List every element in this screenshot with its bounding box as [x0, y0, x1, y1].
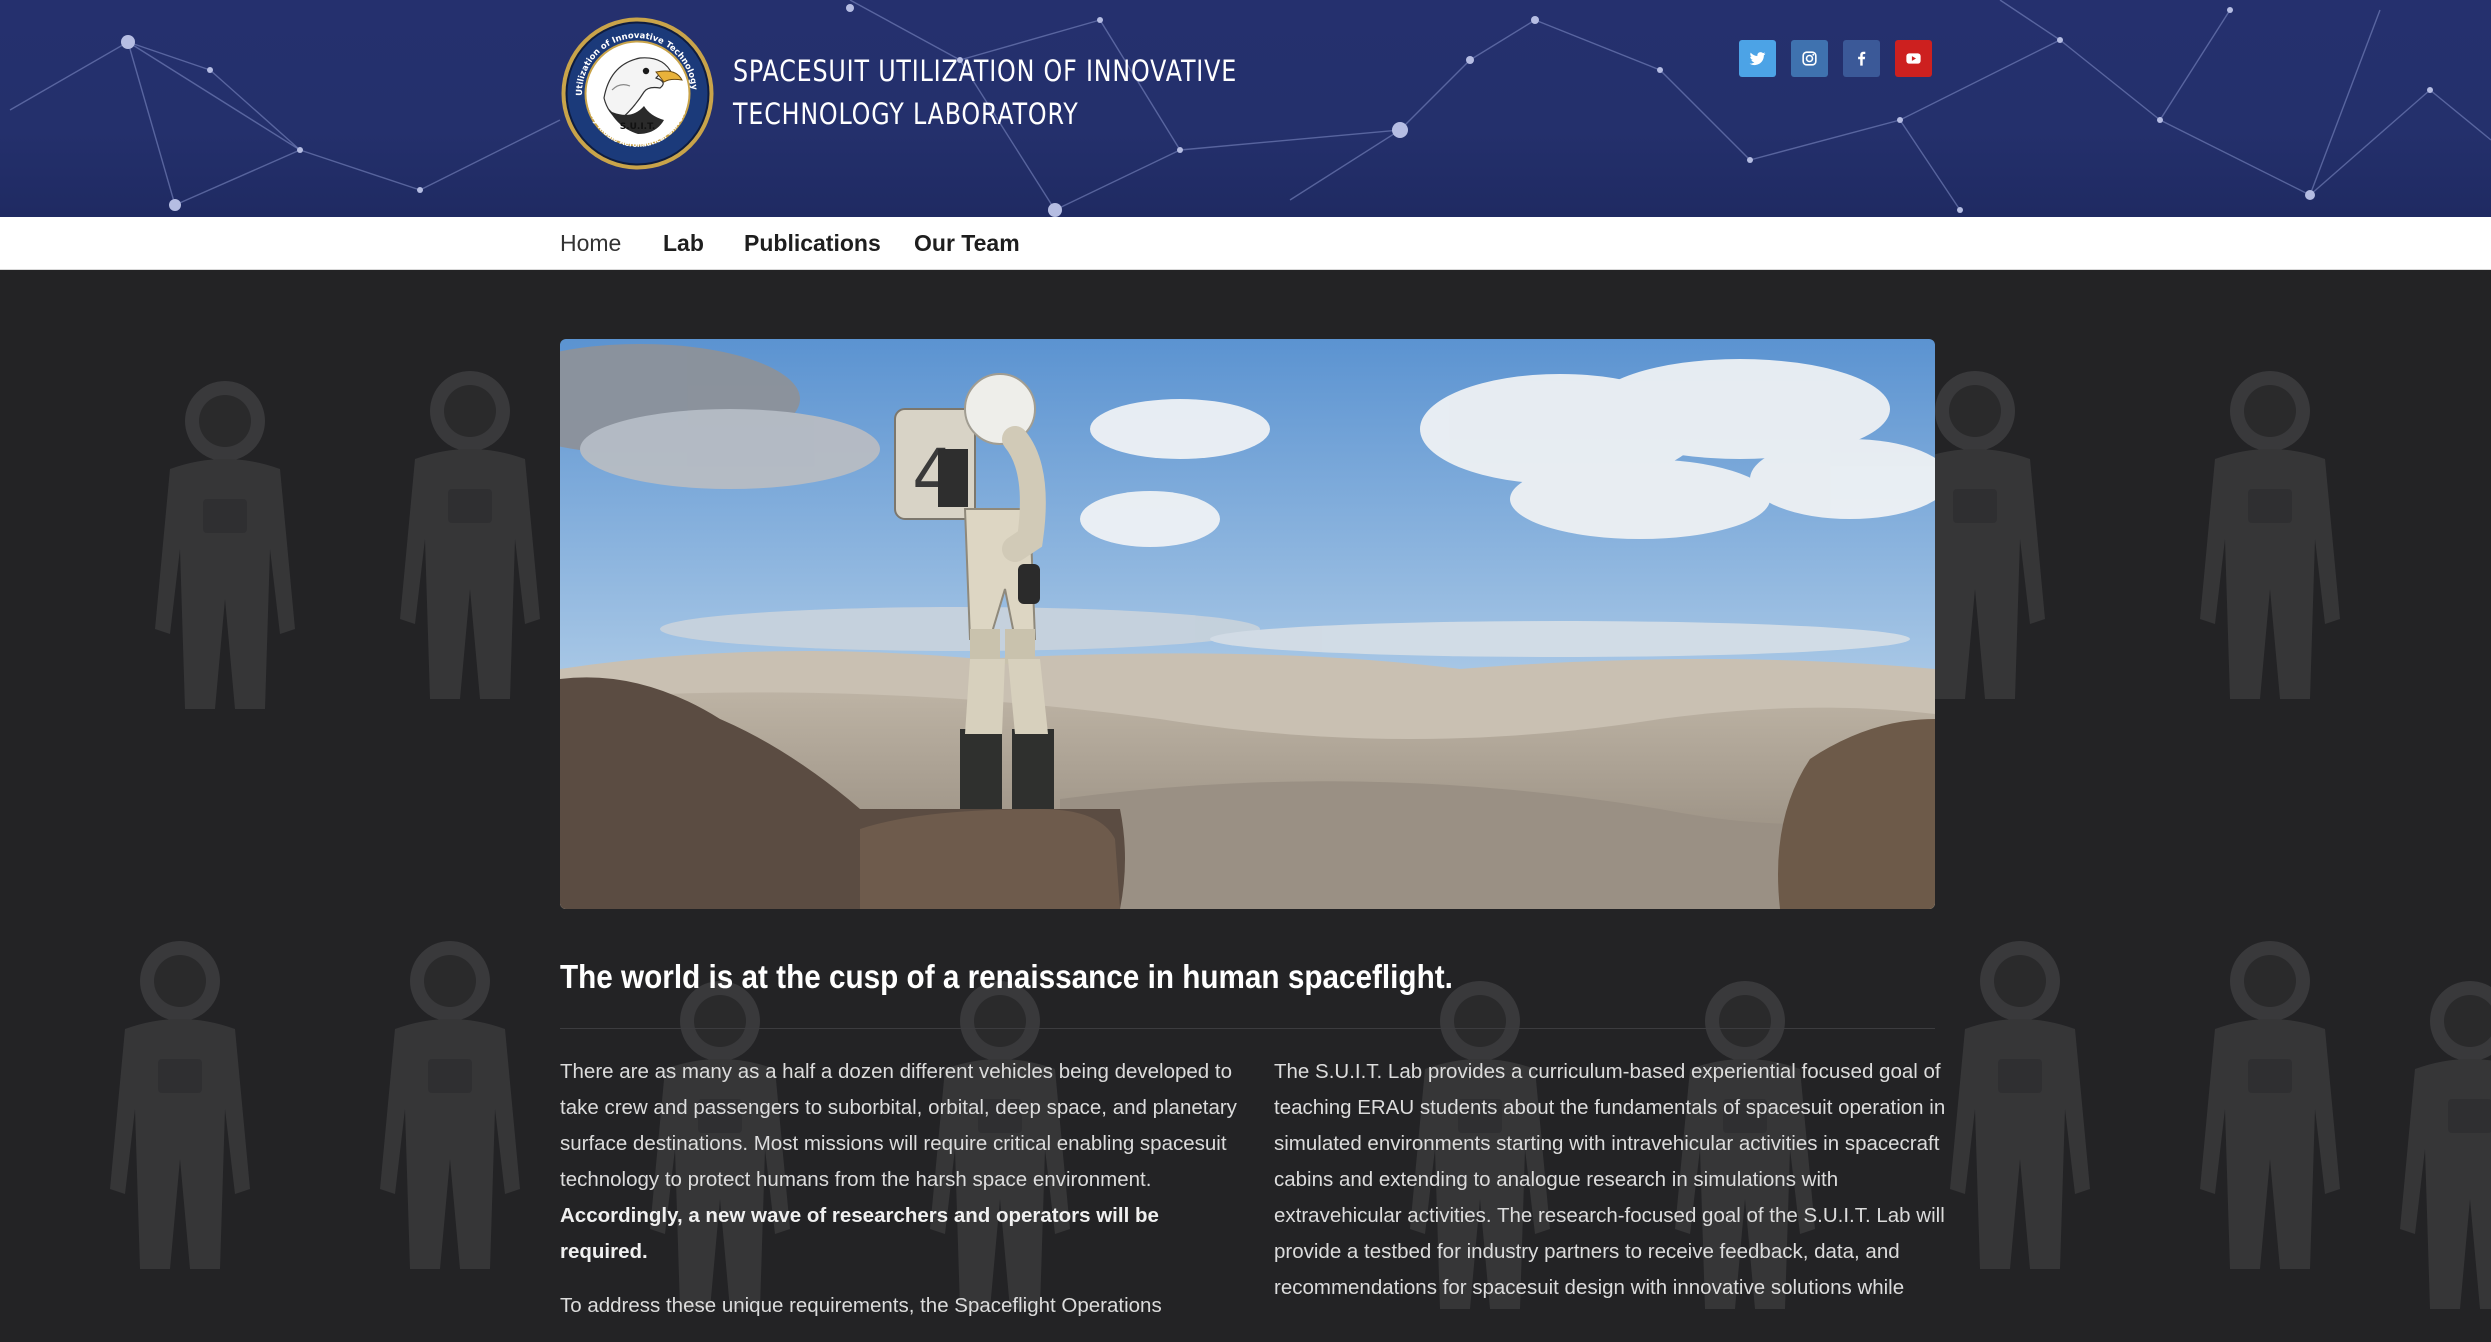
hero-image: 4 [560, 339, 1935, 909]
instagram-link[interactable] [1791, 40, 1828, 77]
intro-right-paragraph-1: The S.U.I.T. Lab provides a curriculum-b… [1274, 1060, 1946, 1299]
facebook-link[interactable] [1843, 40, 1880, 77]
main-nav: Home Lab Publications Our Team [0, 217, 2491, 270]
svg-text:S.U.I.T.: S.U.I.T. [620, 122, 656, 132]
site-header: Spacesuit Utilization of Innovative Tech… [0, 0, 2491, 217]
intro-left-paragraph-1: There are as many as a half a dozen diff… [560, 1054, 1250, 1270]
intro-left-paragraph-2: To address these unique requirements, th… [560, 1294, 1162, 1317]
nav-item-lab[interactable]: Lab [663, 217, 704, 269]
site-title-line-1: Spacesuit Utilization of Innovative [733, 54, 1238, 88]
page-headline: The world is at the cusp of a renaissanc… [560, 958, 1453, 995]
nav-item-our-team[interactable]: Our Team [914, 217, 1020, 269]
nav-item-publications[interactable]: Publications [744, 217, 881, 269]
intro-left-column: There are as many as a half a dozen diff… [560, 1054, 1250, 1342]
instagram-icon [1802, 51, 1817, 66]
twitter-link[interactable] [1739, 40, 1776, 77]
intro-left-bold-text: Accordingly, a new wave of researchers a… [560, 1204, 1159, 1263]
youtube-icon [1906, 53, 1921, 64]
facebook-icon [1858, 51, 1866, 66]
suit-lab-logo[interactable]: Spacesuit Utilization of Innovative Tech… [557, 9, 715, 171]
youtube-link[interactable] [1895, 40, 1932, 77]
intro-right-column: The S.U.I.T. Lab provides a curriculum-b… [1274, 1054, 1949, 1324]
section-divider [560, 1028, 1935, 1029]
intro-left-text: There are as many as a half a dozen diff… [560, 1060, 1237, 1191]
constellation-pattern [9, 0, 2491, 217]
site-title-line-2: Technology Laboratory [733, 97, 1079, 131]
nav-item-home[interactable]: Home [560, 217, 621, 269]
site-title[interactable]: Spacesuit Utilization of Innovative Tech… [733, 50, 1237, 136]
twitter-icon [1749, 52, 1766, 66]
